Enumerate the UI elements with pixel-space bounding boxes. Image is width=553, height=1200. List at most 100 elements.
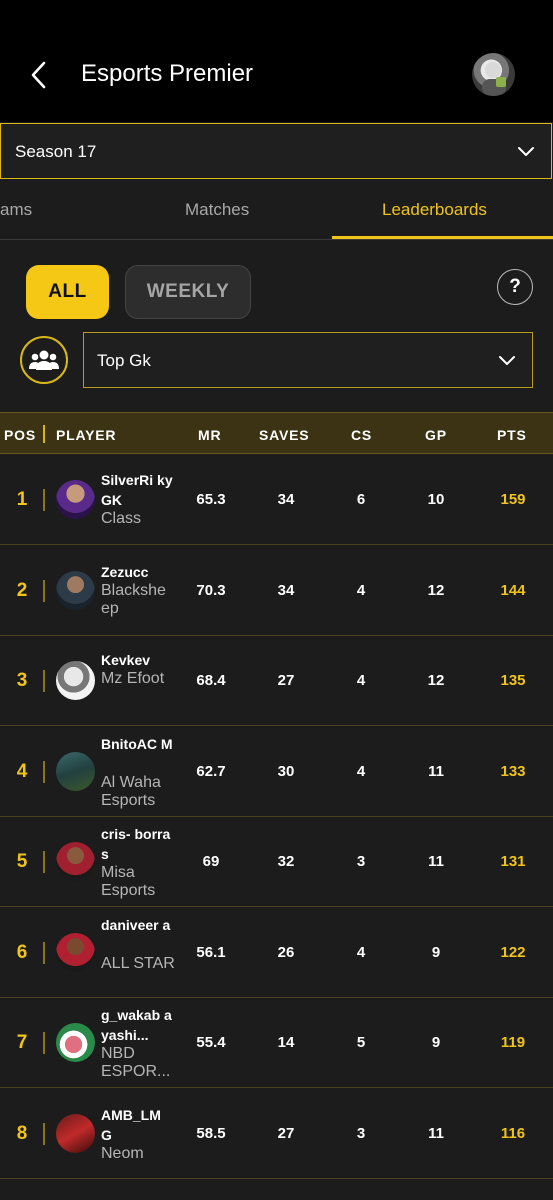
col-pos: POS <box>4 427 36 443</box>
player-name[interactable]: BnitoAC M <box>101 734 175 754</box>
active-tab-indicator <box>332 236 553 239</box>
stat-gp: 12 <box>427 581 445 599</box>
player-name[interactable]: Zezucc <box>101 562 175 582</box>
stat-mr: 56.1 <box>196 943 226 961</box>
stat-saves: 27 <box>277 1124 295 1142</box>
player-name[interactable]: SilverRi kyGK <box>101 470 175 510</box>
player-team: NBD ESPOR... <box>101 1045 171 1080</box>
table-row[interactable]: 1 SilverRi kyGK Class 65.3 34 6 10 159 <box>0 455 553 545</box>
stat-pts: 131 <box>500 853 526 870</box>
stat-pts: 159 <box>500 491 526 508</box>
position-number: 1 <box>16 489 28 510</box>
stat-pts: 135 <box>500 672 526 689</box>
row-divider <box>43 1122 45 1145</box>
stat-mr: 58.5 <box>196 1124 226 1142</box>
table-row[interactable]: 4 BnitoAC M Al Waha Esports 62.7 30 4 11 133 <box>0 727 553 817</box>
table-header: POS PLAYER MR SAVES CS GP PTS <box>0 412 553 454</box>
position-number: 8 <box>16 1122 28 1144</box>
row-divider <box>43 579 45 602</box>
stat-gp: 10 <box>427 491 445 508</box>
top-bar: Esports Premier <box>0 0 553 122</box>
col-pts: PTS <box>497 427 527 443</box>
player-avatar[interactable] <box>56 1113 95 1153</box>
player-name[interactable]: daniveer a <box>101 915 175 935</box>
all-filter-button[interactable]: ALL <box>26 265 109 319</box>
player-avatar[interactable] <box>56 661 95 700</box>
player-name[interactable]: Kevkev <box>101 650 175 670</box>
stat-gp: 11 <box>428 762 444 780</box>
player-name[interactable]: AMB_LM G <box>101 1105 175 1145</box>
row-divider <box>43 941 45 964</box>
season-dropdown[interactable]: Season 17 <box>0 123 552 179</box>
stat-cs: 4 <box>356 581 366 599</box>
row-divider <box>43 670 45 692</box>
weekly-filter-button[interactable]: WEEKLY <box>125 265 251 319</box>
player-name[interactable]: g_wakab ayashi... <box>101 1005 175 1045</box>
table-row[interactable]: 2 Zezucc Blackshe ep 70.3 34 4 12 144 <box>0 546 553 636</box>
header-divider <box>43 425 45 443</box>
row-divider <box>43 1032 45 1054</box>
player-name[interactable]: cris- borras <box>101 824 175 864</box>
tab-matches[interactable]: Matches <box>185 200 249 220</box>
table-row[interactable]: 6 daniveer a ALL STAR 56.1 26 4 9 122 <box>0 908 553 998</box>
player-team: Neom <box>101 1144 144 1162</box>
stat-saves: 34 <box>277 581 295 599</box>
tab-teams[interactable]: ams <box>0 200 32 220</box>
stat-mr: 62.7 <box>196 762 226 780</box>
stat-mr: 65.3 <box>196 491 226 508</box>
category-label: Top Gk <box>97 351 151 370</box>
chevron-down-icon <box>518 147 534 156</box>
help-button[interactable]: ? <box>497 269 533 305</box>
page-title: Esports Premier <box>81 60 254 87</box>
stat-gp: 11 <box>428 1124 444 1142</box>
stat-cs: 4 <box>356 943 366 961</box>
player-avatar[interactable] <box>56 842 95 881</box>
stat-cs: 3 <box>356 853 366 870</box>
player-avatar[interactable] <box>56 751 95 791</box>
stat-pts: 122 <box>500 943 526 961</box>
player-avatar[interactable] <box>56 1023 95 1062</box>
col-mr: MR <box>198 427 222 443</box>
stat-pts: 133 <box>500 762 526 780</box>
stat-saves: 30 <box>277 762 295 780</box>
tab-leaderboards[interactable]: Leaderboards <box>382 200 487 220</box>
stat-mr: 55.4 <box>196 1034 226 1051</box>
player-team: Mz Efoot <box>101 670 165 687</box>
stat-gp: 9 <box>431 943 441 961</box>
stat-gp: 12 <box>427 672 445 689</box>
position-number: 7 <box>16 1032 28 1053</box>
stat-saves: 26 <box>277 943 295 961</box>
position-number: 3 <box>16 670 28 691</box>
season-label: Season 17 <box>15 142 97 161</box>
stat-mr: 69 <box>202 853 220 870</box>
row-divider <box>43 489 45 511</box>
stat-cs: 4 <box>356 672 366 689</box>
player-avatar[interactable] <box>56 480 95 519</box>
category-dropdown[interactable]: Top Gk <box>83 332 533 388</box>
stat-mr: 70.3 <box>196 581 226 599</box>
col-gp: GP <box>425 427 447 443</box>
position-number: 6 <box>16 941 28 963</box>
table-row[interactable]: 8 AMB_LM G Neom 58.5 27 3 11 116 <box>0 1089 553 1179</box>
table-row[interactable]: 7 g_wakab ayashi... NBD ESPOR... 55.4 14 5 9 11… <box>0 998 553 1088</box>
stat-gp: 11 <box>428 853 444 870</box>
player-team: Al Waha Esports <box>101 773 161 809</box>
profile-avatar[interactable] <box>472 53 515 96</box>
stat-saves: 14 <box>277 1034 295 1051</box>
chevron-left-icon[interactable] <box>26 58 54 92</box>
table-row[interactable]: 3 Kevkev Mz Efoot 68.4 27 4 12 135 <box>0 636 553 726</box>
stat-cs: 5 <box>356 1034 366 1051</box>
player-team: Class <box>101 510 142 527</box>
stat-pts: 144 <box>500 581 526 599</box>
stat-gp: 9 <box>431 1034 441 1051</box>
row-divider <box>43 760 45 783</box>
player-avatar[interactable] <box>56 932 95 972</box>
stat-cs: 4 <box>356 762 366 780</box>
table-row[interactable]: 5 cris- borras Misa Esports 69 32 3 11 131 <box>0 817 553 907</box>
col-cs: CS <box>351 427 373 443</box>
player-avatar[interactable] <box>56 570 95 610</box>
stat-saves: 27 <box>277 672 295 689</box>
player-team: ALL STAR <box>101 954 175 972</box>
stat-cs: 3 <box>356 1124 366 1142</box>
position-number: 5 <box>16 851 28 872</box>
